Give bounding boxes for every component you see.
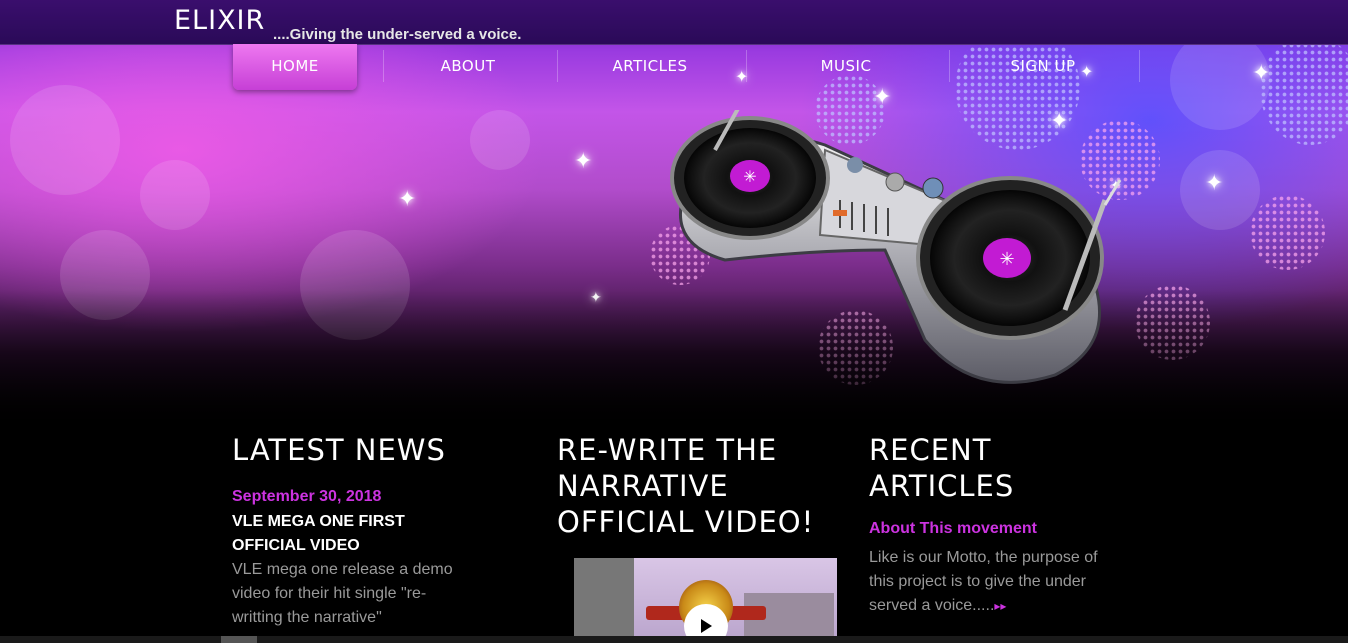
- bokeh-light: [470, 110, 530, 170]
- bokeh-light: [60, 230, 150, 320]
- bokeh-dots: [1250, 195, 1325, 270]
- bokeh-light: [300, 230, 410, 340]
- recent-articles-section: RECENT ARTICLES About This movement Like…: [869, 430, 1129, 618]
- double-chevron-right-icon[interactable]: ▸▸: [994, 599, 1006, 613]
- nav-divider: [746, 50, 747, 82]
- main-navigation: HOME ABOUT ARTICLES MUSIC SIGN UP: [233, 44, 1143, 92]
- video-heading-line: OFFICIAL VIDEO!: [557, 505, 815, 539]
- video-section: RE-WRITE THE NARRATIVE OFFICIAL VIDEO!: [557, 430, 817, 540]
- nav-divider: [383, 50, 384, 82]
- nav-item-home[interactable]: HOME: [233, 44, 357, 90]
- sparkle-icon: ✦: [574, 148, 593, 173]
- video-heading-line: NARRATIVE: [557, 469, 729, 503]
- nav-item-sign-up[interactable]: SIGN UP: [970, 44, 1116, 90]
- news-excerpt-line: VLE mega one release a demo: [232, 561, 453, 578]
- bokeh-dots: [1260, 35, 1348, 145]
- news-date: September 30, 2018: [232, 488, 382, 505]
- video-heading-line: RE-WRITE THE: [557, 433, 778, 467]
- news-title-line: VLE MEGA ONE FIRST: [232, 513, 405, 530]
- latest-news-heading: LATEST NEWS: [232, 433, 446, 467]
- news-excerpt-line: writting the narrative": [232, 609, 382, 626]
- site-tagline: ....Giving the under-served a voice.: [273, 26, 522, 43]
- nav-divider: [1139, 50, 1140, 82]
- video-player[interactable]: [574, 558, 837, 643]
- article-excerpt-line: served a voice.....▸▸: [869, 594, 1129, 618]
- svg-text:✳: ✳: [999, 249, 1014, 270]
- nav-item-articles[interactable]: ARTICLES: [578, 44, 722, 90]
- nav-divider: [557, 50, 558, 82]
- article-link[interactable]: About This movement: [869, 520, 1129, 538]
- turntable-illustration: ✳ ✳: [670, 110, 1122, 384]
- video-section-heading: RE-WRITE THE NARRATIVE OFFICIAL VIDEO!: [557, 432, 817, 540]
- site-logo[interactable]: ELIXIR: [174, 5, 265, 36]
- recent-articles-heading: RECENT ARTICLES: [869, 433, 1015, 503]
- news-title-line: OFFICIAL VIDEO: [232, 537, 360, 554]
- nav-item-music[interactable]: MUSIC: [767, 44, 925, 90]
- sparkle-icon: ✦: [398, 186, 417, 211]
- horizontal-scrollbar[interactable]: [0, 636, 1348, 643]
- top-header: ELIXIR ....Giving the under-served a voi…: [0, 0, 1348, 45]
- nav-item-about[interactable]: ABOUT: [403, 44, 533, 90]
- svg-text:✳: ✳: [743, 167, 756, 186]
- play-icon: [701, 619, 712, 633]
- bokeh-light: [140, 160, 210, 230]
- article-excerpt: Like is our Motto, the purpose of this p…: [869, 546, 1129, 618]
- news-excerpt-line: video for their hit single "re-: [232, 585, 427, 602]
- sparkle-icon: ✦: [590, 289, 602, 305]
- news-excerpt: VLE mega one release a demo video for th…: [232, 558, 492, 630]
- nav-divider: [949, 50, 950, 82]
- sparkle-icon: ✦: [1252, 60, 1271, 85]
- bokeh-light: [10, 85, 120, 195]
- latest-news-section: LATEST NEWS September 30, 2018 VLE MEGA …: [232, 430, 492, 630]
- scrollbar-thumb[interactable]: [221, 636, 257, 643]
- article-excerpt-line: Like is our Motto, the purpose of: [869, 549, 1098, 566]
- article-excerpt-text: served a voice.....: [869, 597, 995, 614]
- article-excerpt-line: this project is to give the under: [869, 573, 1087, 590]
- news-title[interactable]: VLE MEGA ONE FIRST OFFICIAL VIDEO: [232, 510, 492, 558]
- sparkle-icon: ✦: [1205, 170, 1224, 195]
- bokeh-dots: [1135, 285, 1210, 360]
- video-thumbnail-building: [574, 558, 634, 643]
